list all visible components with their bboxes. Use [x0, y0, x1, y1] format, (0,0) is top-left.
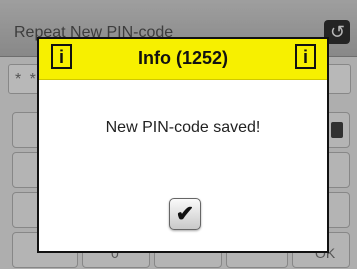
dialog-message: New PIN-code saved! [105, 119, 261, 136]
info-icon-glyph: i [302, 47, 308, 67]
info-icon-glyph: i [58, 47, 64, 67]
dialog-title: Info (1252) [137, 48, 229, 68]
ok-button[interactable]: ✔ [169, 198, 201, 230]
info-dialog: i Info (1252) i New PIN-code saved! ✔ [37, 37, 329, 253]
info-icon: i [295, 44, 316, 69]
info-icon: i [51, 44, 72, 69]
checkmark-icon: ✔ [175, 201, 195, 226]
dialog-header: i Info (1252) i [39, 39, 327, 80]
